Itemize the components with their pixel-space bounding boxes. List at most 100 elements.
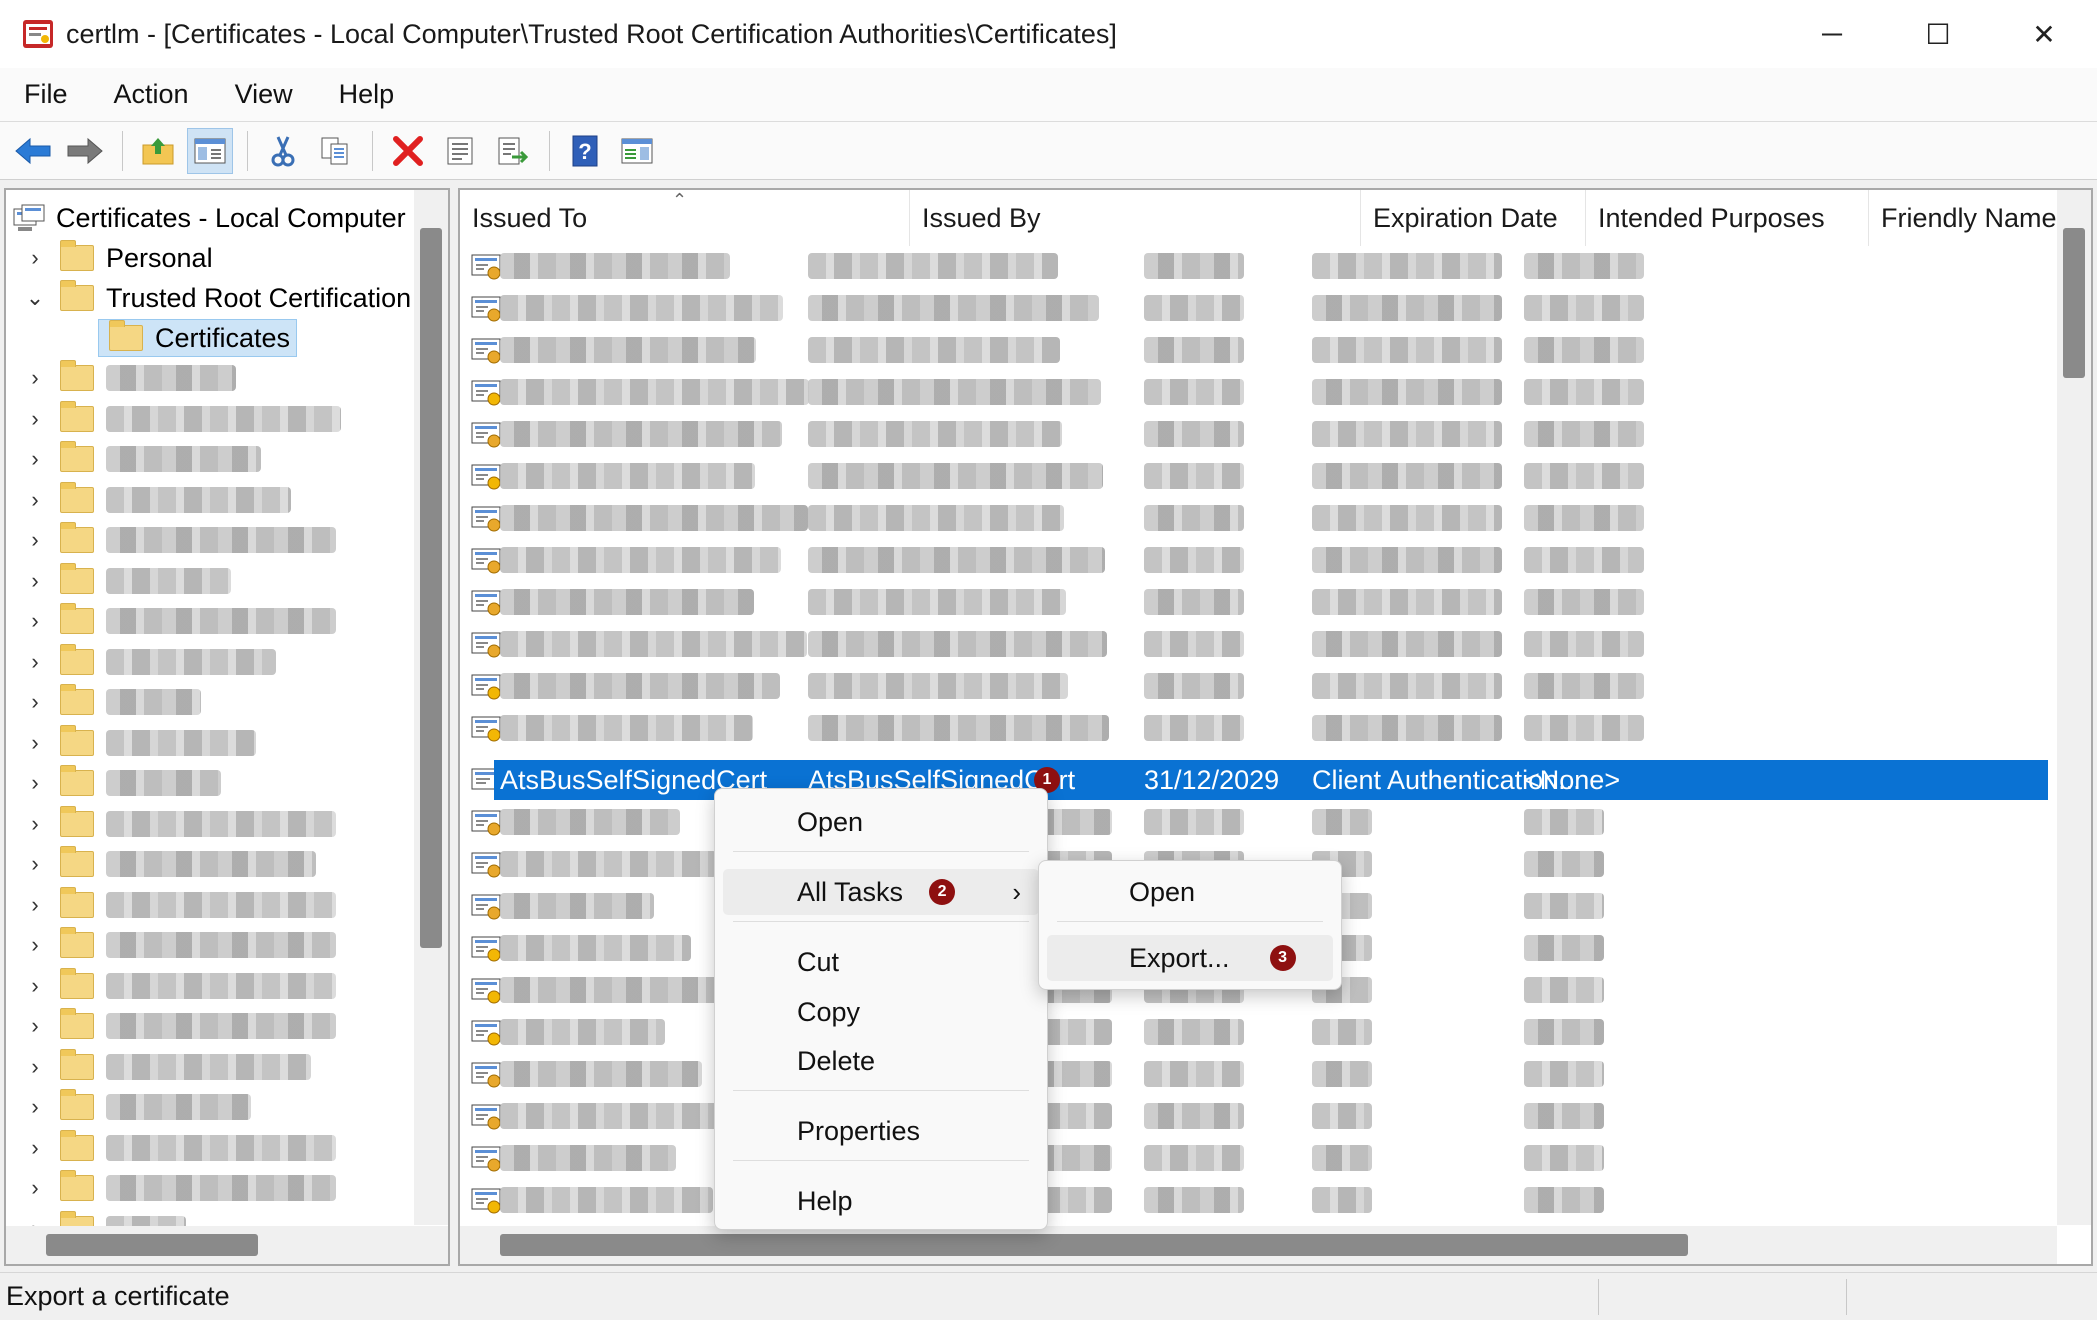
tree-item-redacted[interactable]: › xyxy=(20,844,316,884)
chevron-right-icon[interactable]: › xyxy=(20,487,50,513)
chevron-right-icon[interactable]: › xyxy=(20,811,50,837)
tree-horizontal-scroll-thumb[interactable] xyxy=(46,1234,258,1256)
context-menu-all-tasks[interactable]: All Tasks 2 › xyxy=(723,869,1039,915)
tree-item-redacted[interactable]: › xyxy=(20,561,231,601)
column-header-friendly-name[interactable]: Friendly Name xyxy=(1869,190,2069,246)
action-pane-icon[interactable] xyxy=(614,128,660,174)
tree-item-redacted[interactable]: › xyxy=(20,520,336,560)
chevron-right-icon[interactable]: › xyxy=(20,1013,50,1039)
tree-item-personal[interactable]: › Personal xyxy=(20,238,213,278)
minimize-button[interactable]: ─ xyxy=(1779,0,1885,68)
table-row[interactable] xyxy=(460,1180,2048,1220)
table-row[interactable] xyxy=(460,288,2048,328)
list-vertical-scrollbar[interactable] xyxy=(2057,190,2091,1225)
table-row[interactable] xyxy=(460,246,2048,286)
cut-icon[interactable] xyxy=(260,128,306,174)
chevron-right-icon[interactable]: › xyxy=(20,892,50,918)
tree-item-redacted[interactable]: › xyxy=(20,1087,251,1127)
table-row[interactable] xyxy=(460,330,2048,370)
submenu-export[interactable]: Export... 3 xyxy=(1047,935,1333,981)
help-icon[interactable]: ? xyxy=(562,128,608,174)
chevron-right-icon[interactable]: › xyxy=(20,689,50,715)
tree-item-redacted[interactable]: › xyxy=(20,763,221,803)
table-row[interactable] xyxy=(460,624,2048,664)
chevron-right-icon[interactable]: › xyxy=(20,1135,50,1161)
column-header-issued-by[interactable]: Issued By xyxy=(910,190,1361,246)
tree-item-trusted-root[interactable]: ⌄ Trusted Root Certification A xyxy=(20,278,435,318)
tree-item-redacted[interactable]: › xyxy=(20,1168,336,1208)
table-row[interactable] xyxy=(460,540,2048,580)
table-row[interactable] xyxy=(460,582,2048,622)
table-row[interactable] xyxy=(460,414,2048,454)
tree-item-redacted[interactable]: › xyxy=(20,642,276,682)
tree-item-redacted[interactable]: › xyxy=(20,480,291,520)
context-menu-delete[interactable]: Delete xyxy=(723,1038,1039,1084)
tree-vertical-scroll-thumb[interactable] xyxy=(420,228,442,948)
column-header-issued-to[interactable]: Issued To ⌃ xyxy=(460,190,910,246)
table-row[interactable] xyxy=(460,1096,2048,1136)
tree-vertical-scrollbar[interactable] xyxy=(414,190,448,1225)
chevron-right-icon[interactable]: › xyxy=(20,406,50,432)
menu-action[interactable]: Action xyxy=(90,79,211,110)
tree-item-redacted[interactable]: › xyxy=(20,804,336,844)
close-button[interactable]: ✕ xyxy=(1991,0,2097,68)
chevron-right-icon[interactable]: › xyxy=(20,245,50,271)
chevron-right-icon[interactable]: › xyxy=(20,973,50,999)
list-horizontal-scrollbar[interactable] xyxy=(460,1226,2057,1264)
up-folder-icon[interactable] xyxy=(135,128,181,174)
maximize-button[interactable]: ☐ xyxy=(1885,0,1991,68)
export-list-icon[interactable] xyxy=(489,128,535,174)
chevron-right-icon[interactable]: › xyxy=(20,608,50,634)
chevron-right-icon[interactable]: › xyxy=(20,932,50,958)
tree-item-redacted[interactable]: › xyxy=(20,925,336,965)
back-arrow-icon[interactable] xyxy=(10,128,56,174)
context-menu-help[interactable]: Help xyxy=(723,1178,1039,1224)
menu-help[interactable]: Help xyxy=(315,79,417,110)
column-header-purposes[interactable]: Intended Purposes xyxy=(1586,190,1869,246)
chevron-right-icon[interactable]: › xyxy=(20,1094,50,1120)
tree-item-certificates[interactable]: Certificates xyxy=(98,318,298,358)
forward-arrow-icon[interactable] xyxy=(62,128,108,174)
list-horizontal-scroll-thumb[interactable] xyxy=(500,1234,1688,1256)
chevron-right-icon[interactable]: › xyxy=(20,365,50,391)
table-row[interactable] xyxy=(460,666,2048,706)
tree-item-redacted[interactable]: › xyxy=(20,399,341,439)
table-row[interactable] xyxy=(460,456,2048,496)
chevron-right-icon[interactable]: › xyxy=(20,527,50,553)
chevron-right-icon[interactable]: › xyxy=(20,568,50,594)
chevron-right-icon[interactable]: › xyxy=(20,770,50,796)
column-header-expiration[interactable]: Expiration Date xyxy=(1361,190,1586,246)
table-row[interactable] xyxy=(460,372,2048,412)
chevron-down-icon[interactable]: ⌄ xyxy=(20,285,50,311)
tree-item-redacted[interactable]: › xyxy=(20,723,256,763)
table-row[interactable] xyxy=(460,498,2048,538)
tree-item-redacted[interactable]: › xyxy=(20,966,336,1006)
tree-root[interactable]: Certificates - Local Computer xyxy=(12,198,406,238)
context-menu-copy[interactable]: Copy xyxy=(723,989,1039,1035)
chevron-right-icon[interactable]: › xyxy=(20,649,50,675)
tree-item-redacted[interactable]: › xyxy=(20,358,236,398)
show-hide-tree-icon[interactable] xyxy=(187,127,233,174)
table-row[interactable] xyxy=(460,1054,2048,1094)
menu-file[interactable]: File xyxy=(0,79,90,110)
context-menu-properties[interactable]: Properties xyxy=(723,1108,1039,1154)
chevron-right-icon[interactable]: › xyxy=(20,1175,50,1201)
tree-item-redacted[interactable]: › xyxy=(20,682,201,722)
table-row[interactable] xyxy=(460,1138,2048,1178)
copy-icon[interactable] xyxy=(312,128,358,174)
tree-item-redacted[interactable]: › xyxy=(20,1047,311,1087)
table-row[interactable] xyxy=(460,1012,2048,1052)
menu-view[interactable]: View xyxy=(211,79,315,110)
chevron-right-icon[interactable]: › xyxy=(20,730,50,756)
submenu-open[interactable]: Open xyxy=(1047,869,1333,915)
table-row[interactable] xyxy=(460,708,2048,748)
tree-horizontal-scrollbar[interactable] xyxy=(6,1226,448,1264)
delete-icon[interactable] xyxy=(385,128,431,174)
properties-icon[interactable] xyxy=(437,128,483,174)
tree-item-redacted[interactable]: › xyxy=(20,601,336,641)
tree-item-redacted[interactable]: › xyxy=(20,1128,336,1168)
chevron-right-icon[interactable]: › xyxy=(20,851,50,877)
table-row-selected[interactable]: AtsBusSelfSignedCert AtsBusSelfSignedCer… xyxy=(460,760,2048,800)
tree-item-redacted[interactable]: › xyxy=(20,885,336,925)
context-menu-open[interactable]: Open xyxy=(723,799,1039,845)
